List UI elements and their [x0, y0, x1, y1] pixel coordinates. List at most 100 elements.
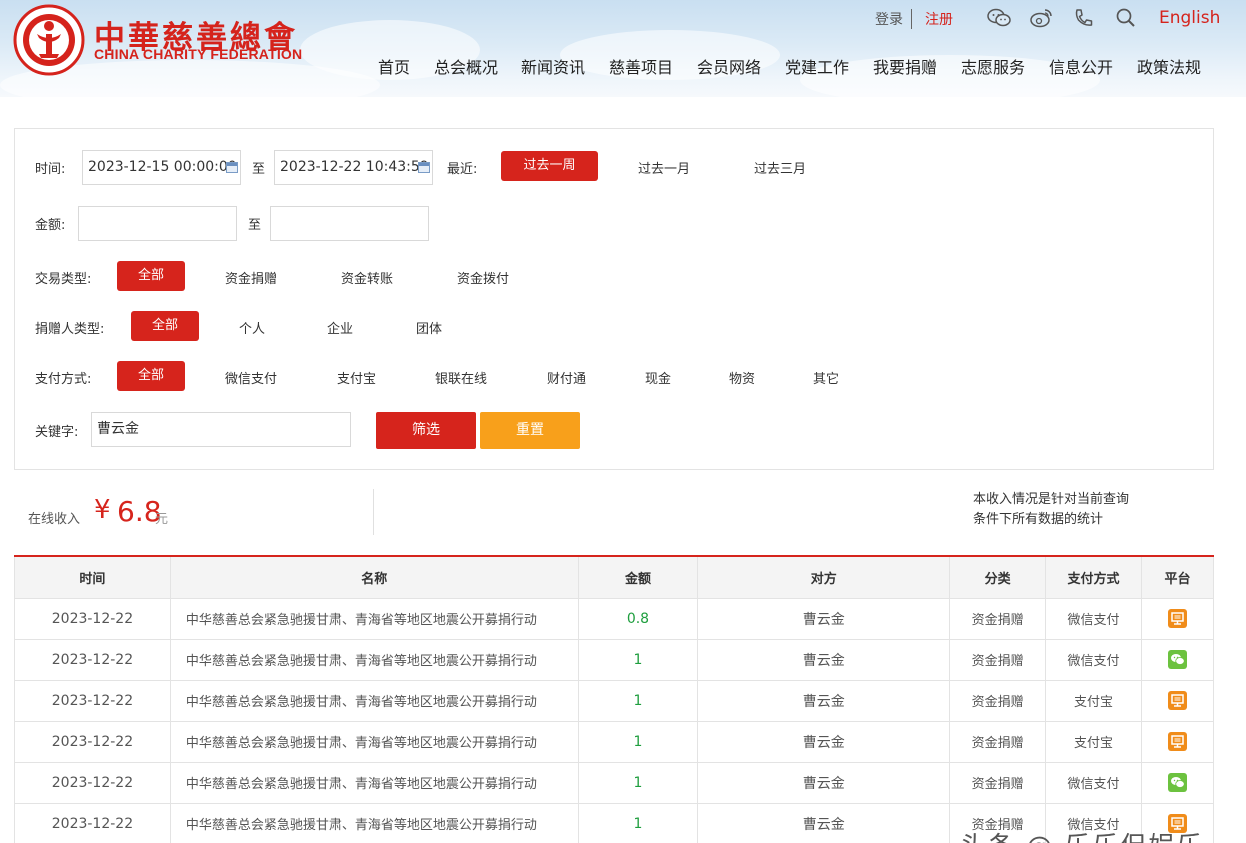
nav-item-party[interactable]: 党建工作	[785, 54, 873, 78]
nav-item-donate[interactable]: 我要捐赠	[873, 54, 961, 78]
filter-button[interactable]: 筛选	[376, 412, 476, 449]
cell-name[interactable]: 中华慈善总会紧急驰援甘肃、青海省等地区地震公开募捐行动	[169, 679, 579, 722]
reset-button[interactable]: 重置	[480, 412, 580, 449]
pay-cash-option[interactable]: 现金	[645, 368, 671, 387]
time-label: 时间:	[35, 162, 66, 177]
donor-all-button[interactable]: 全部	[131, 311, 199, 341]
recent-week-button[interactable]: 过去一周	[501, 151, 598, 181]
recent-month-option[interactable]: 过去一月	[638, 158, 690, 177]
pay-goods-option[interactable]: 物资	[729, 368, 755, 387]
nav-item-members[interactable]: 会员网络	[697, 54, 785, 78]
pay-other-option[interactable]: 其它	[813, 368, 839, 387]
summary-note: 本收入情况是针对当前查询 条件下所有数据的统计	[973, 490, 1173, 530]
cell-category: 资金捐赠	[949, 679, 1047, 722]
column-header-platform: 平台	[1140, 555, 1215, 599]
register-link[interactable]: 注册	[912, 9, 953, 29]
cell-name[interactable]: 中华慈善总会紧急驰援甘肃、青海省等地区地震公开募捐行动	[169, 761, 579, 804]
cell-name[interactable]: 中华慈善总会紧急驰援甘肃、青海省等地区地震公开募捐行动	[169, 802, 579, 843]
summary-note-line: 条件下所有数据的统计	[973, 512, 1104, 527]
pay-unionpay-option[interactable]: 银联在线	[435, 368, 487, 387]
pay-all-button[interactable]: 全部	[117, 361, 185, 391]
cell-platform	[1140, 638, 1215, 681]
donor-enterprise-option[interactable]: 企业	[327, 318, 353, 337]
amount-min-input[interactable]	[78, 206, 237, 241]
keyword-input[interactable]: 曹云金	[91, 412, 351, 447]
search-icon[interactable]	[1114, 7, 1138, 29]
calendar-icon[interactable]	[226, 162, 238, 173]
donor-type-label: 捐赠人类型:	[35, 322, 105, 337]
watermark-text: 头条 @ 乐乐侃娱乐	[960, 826, 1205, 843]
keyword-label: 关键字:	[35, 425, 79, 440]
nav-item-policy[interactable]: 政策法规	[1137, 54, 1217, 78]
wechat-icon	[1167, 650, 1187, 669]
cell-category: 资金捐赠	[949, 638, 1047, 681]
calendar-icon[interactable]	[418, 162, 430, 173]
type-allocation-option[interactable]: 资金拨付	[457, 268, 509, 287]
cell-name[interactable]: 中华慈善总会紧急驰援甘肃、青海省等地区地震公开募捐行动	[169, 638, 579, 681]
nav-item-home[interactable]: 首页	[378, 54, 434, 78]
type-donation-option[interactable]: 资金捐赠	[225, 268, 277, 287]
income-currency: ¥	[94, 495, 111, 525]
english-link[interactable]: English	[1159, 8, 1220, 28]
cell-platform	[1140, 720, 1215, 763]
transactions-table: 时间 名称 金额 对方 分类 支付方式 平台 2023-12-22 中华慈善总会…	[14, 555, 1215, 843]
filter-panel: 时间: 2023-12-15 00:00:00 至 2023-12-22 10:…	[14, 128, 1214, 470]
cell-date: 2023-12-22	[14, 761, 171, 804]
logo-english-text[interactable]: CHINA CHARITY FEDERATION	[94, 46, 302, 62]
logo-emblem-icon[interactable]	[13, 4, 85, 76]
end-time-value: 2023-12-22 10:43:59	[280, 159, 429, 175]
amount-to-label: 至	[248, 218, 262, 233]
cell-platform	[1140, 597, 1215, 640]
cell-party: 曹云金	[697, 802, 951, 843]
cell-payment: 支付宝	[1045, 720, 1142, 763]
summary-note-line: 本收入情况是针对当前查询	[973, 492, 1130, 507]
cell-amount: 1	[577, 638, 699, 681]
cell-party: 曹云金	[697, 638, 951, 681]
cell-name[interactable]: 中华慈善总会紧急驰援甘肃、青海省等地区地震公开募捐行动	[169, 720, 579, 763]
end-time-input[interactable]: 2023-12-22 10:43:59	[274, 150, 433, 185]
type-all-button[interactable]: 全部	[117, 261, 185, 291]
main-nav: 首页 总会概况 新闻资讯 慈善项目 会员网络 党建工作 我要捐赠 志愿服务 信息…	[378, 54, 1217, 78]
pc-icon	[1167, 609, 1187, 628]
pay-alipay-option[interactable]: 支付宝	[337, 368, 376, 387]
phone-icon[interactable]	[1072, 7, 1096, 29]
cell-amount: 1	[577, 802, 699, 843]
cell-amount: 1	[577, 679, 699, 722]
cell-date: 2023-12-22	[14, 638, 171, 681]
nav-item-news[interactable]: 新闻资讯	[521, 54, 609, 78]
column-header-payment: 支付方式	[1045, 555, 1142, 599]
amount-max-input[interactable]	[270, 206, 429, 241]
transaction-type-label: 交易类型:	[35, 272, 92, 287]
start-time-input[interactable]: 2023-12-15 00:00:00	[82, 150, 241, 185]
cell-payment: 微信支付	[1045, 597, 1142, 640]
donor-group-option[interactable]: 团体	[416, 318, 442, 337]
start-time-value: 2023-12-15 00:00:00	[88, 159, 237, 175]
column-header-amount: 金额	[577, 555, 699, 599]
column-header-name: 名称	[169, 555, 579, 599]
cell-party: 曹云金	[697, 597, 951, 640]
cell-payment: 微信支付	[1045, 638, 1142, 681]
wechat-icon[interactable]	[987, 7, 1011, 29]
weibo-icon[interactable]	[1029, 7, 1053, 29]
income-unit: 元	[155, 512, 169, 527]
type-transfer-option[interactable]: 资金转账	[341, 268, 393, 287]
nav-item-volunteer[interactable]: 志愿服务	[961, 54, 1049, 78]
login-link[interactable]: 登录	[875, 9, 912, 29]
amount-label: 金额:	[35, 218, 66, 233]
time-to-label: 至	[252, 162, 266, 177]
donor-individual-option[interactable]: 个人	[239, 318, 265, 337]
pay-wechat-option[interactable]: 微信支付	[225, 368, 277, 387]
recent-label: 最近:	[447, 162, 478, 177]
pc-icon	[1167, 732, 1187, 751]
nav-item-projects[interactable]: 慈善项目	[609, 54, 697, 78]
nav-item-overview[interactable]: 总会概况	[434, 54, 521, 78]
nav-item-disclosure[interactable]: 信息公开	[1049, 54, 1137, 78]
cell-category: 资金捐赠	[949, 761, 1047, 804]
recent-three-months-option[interactable]: 过去三月	[754, 158, 806, 177]
cell-date: 2023-12-22	[14, 597, 171, 640]
cell-name[interactable]: 中华慈善总会紧急驰援甘肃、青海省等地区地震公开募捐行动	[169, 597, 579, 640]
column-header-category: 分类	[949, 555, 1047, 599]
table-header-row: 时间 名称 金额 对方 分类 支付方式 平台	[14, 555, 1215, 599]
column-header-party: 对方	[697, 555, 951, 599]
pay-tenpay-option[interactable]: 财付通	[547, 368, 586, 387]
